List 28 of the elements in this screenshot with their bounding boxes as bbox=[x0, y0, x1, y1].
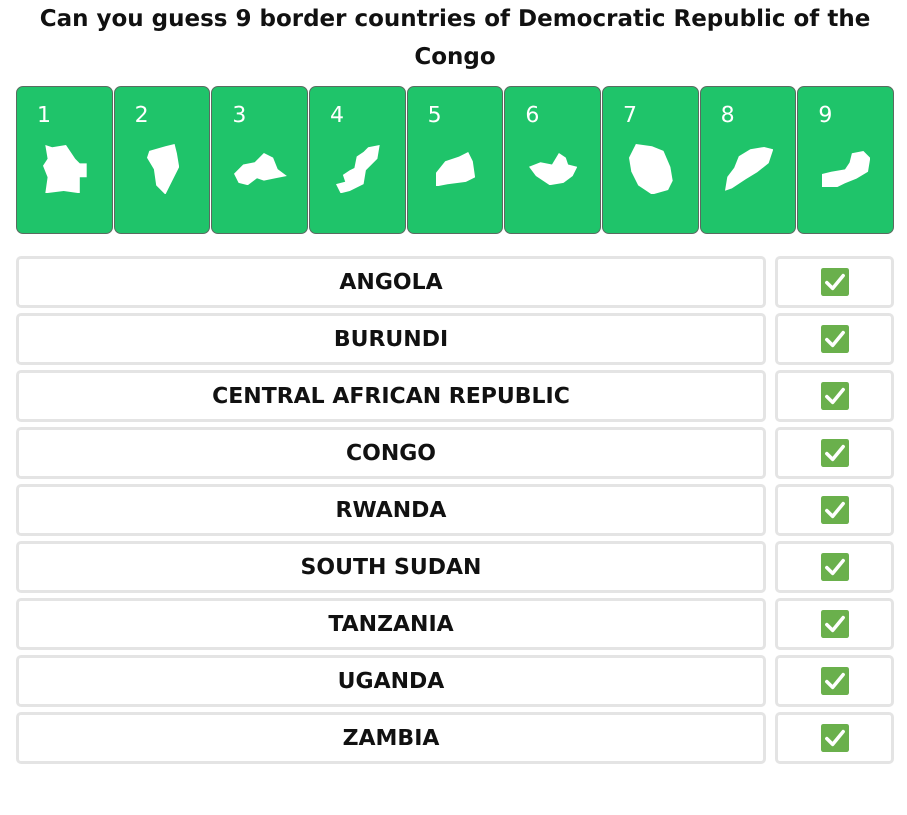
country-silhouette-icon bbox=[629, 144, 673, 194]
country-silhouette-icon bbox=[146, 144, 179, 194]
answer-box: UGANDA bbox=[16, 655, 766, 707]
answer-box: TANZANIA bbox=[16, 598, 766, 650]
answer-box: SOUTH SUDAN bbox=[16, 541, 766, 593]
card-number: 7 bbox=[622, 103, 637, 129]
answer-box: BURUNDI bbox=[16, 313, 766, 365]
answer-box: ANGOLA bbox=[16, 256, 766, 308]
country-silhouette-icon bbox=[529, 152, 578, 186]
card-number: 8 bbox=[720, 103, 735, 129]
card-number: 2 bbox=[134, 103, 149, 129]
country-silhouette-icon bbox=[724, 147, 773, 191]
card-number: 3 bbox=[232, 103, 246, 129]
card-number: 6 bbox=[525, 103, 540, 129]
country-silhouette-icon bbox=[43, 144, 87, 194]
answer-box: RWANDA bbox=[16, 484, 766, 536]
card-number: 9 bbox=[818, 103, 832, 129]
answer-box: CENTRAL AFRICAN REPUBLIC bbox=[16, 370, 766, 422]
answer-box: CONGO bbox=[16, 427, 766, 479]
country-silhouette-icon bbox=[336, 144, 380, 194]
card-number: 4 bbox=[330, 103, 344, 129]
country-silhouette-icon bbox=[234, 152, 287, 186]
country-silhouette-icon bbox=[822, 150, 870, 188]
card-number: 5 bbox=[428, 103, 442, 129]
quiz-title: Can you guess 9 border countries of Democratic Republic of the Congo bbox=[38, 5, 872, 72]
card-number: 1 bbox=[37, 103, 51, 129]
answer-box: ZAMBIA bbox=[16, 712, 766, 764]
country-silhouette-icon bbox=[436, 152, 476, 186]
